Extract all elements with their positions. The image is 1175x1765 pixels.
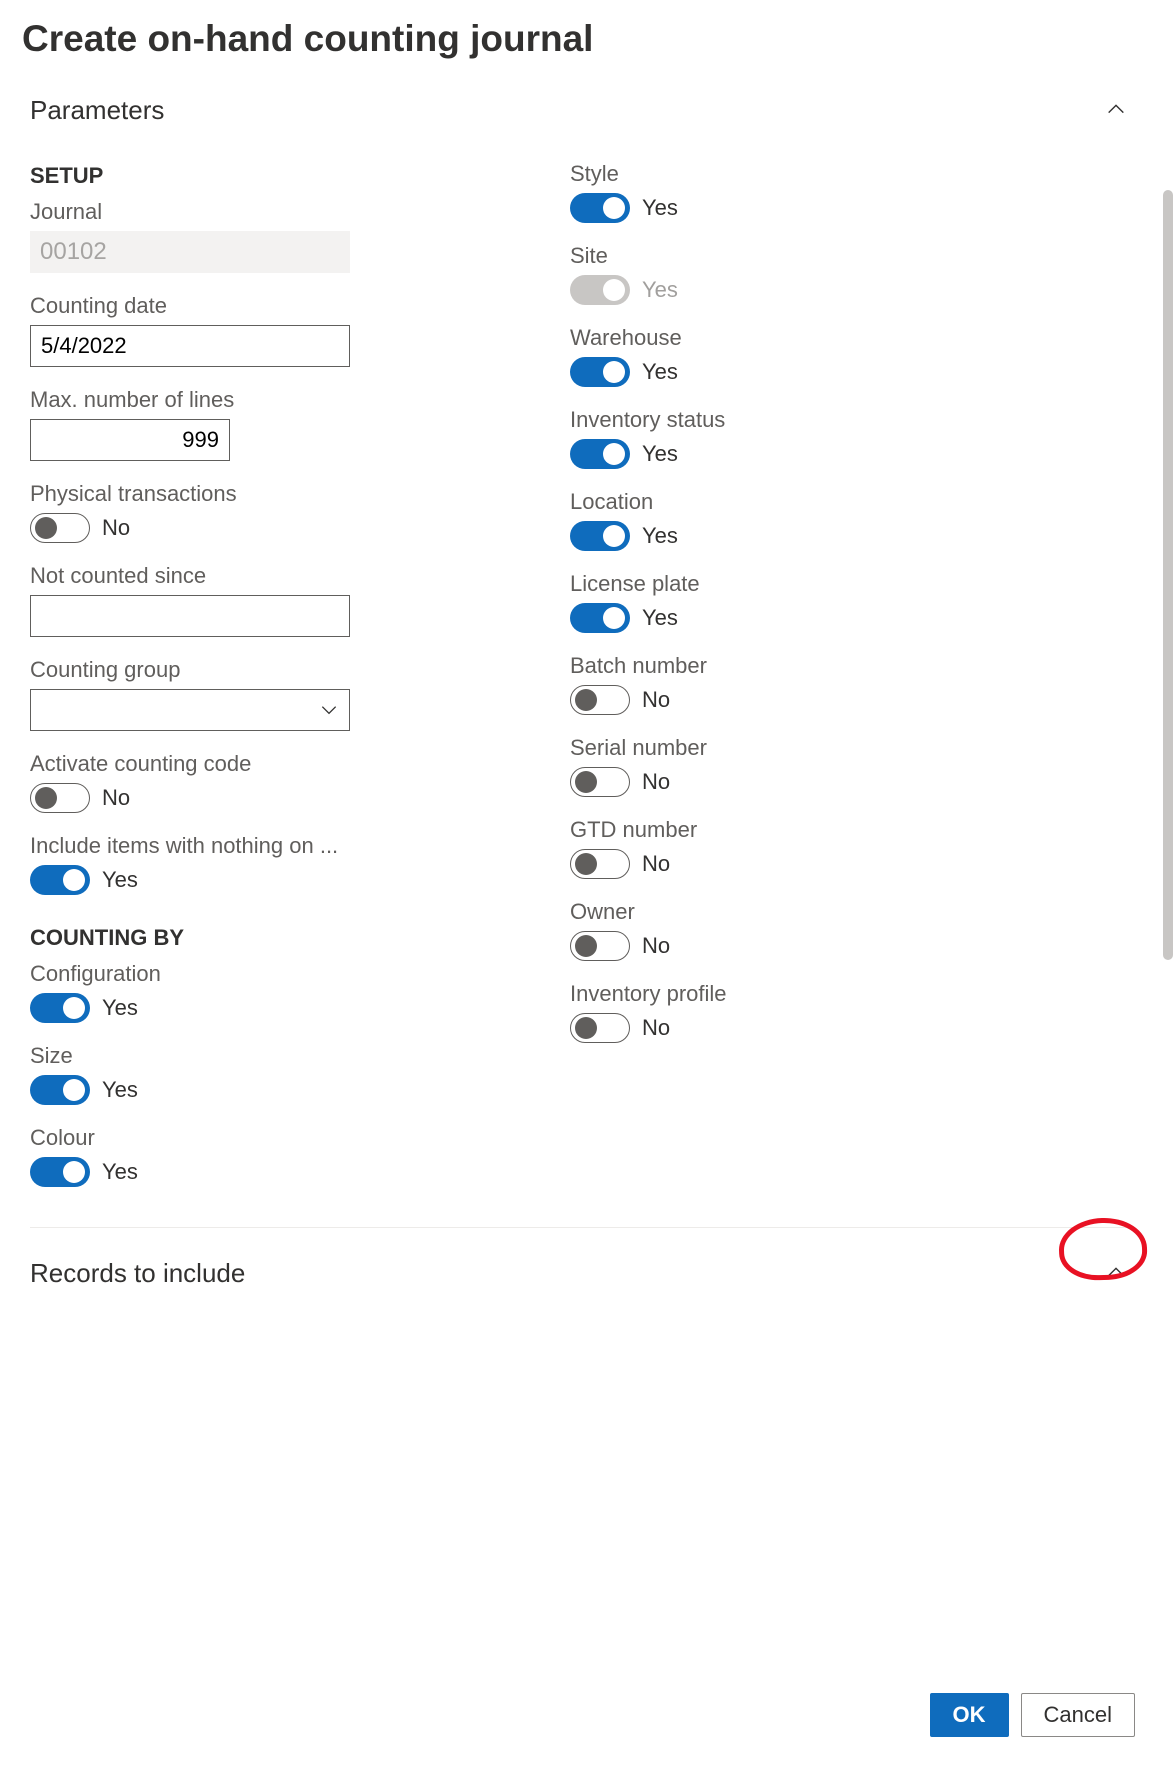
activate-code-toggle[interactable]	[30, 783, 90, 813]
inventory-profile-label: Inventory profile	[570, 981, 990, 1007]
gtd-number-toggle[interactable]	[570, 849, 630, 879]
chevron-up-icon	[1105, 1261, 1127, 1283]
max-lines-input[interactable]	[30, 419, 230, 461]
scrollbar[interactable]	[1163, 190, 1173, 960]
not-counted-input[interactable]	[31, 603, 339, 629]
inventory-status-label: Inventory status	[570, 407, 990, 433]
site-toggle	[570, 275, 630, 305]
inventory-status-value: Yes	[642, 441, 678, 467]
serial-number-label: Serial number	[570, 735, 990, 761]
configuration-toggle[interactable]	[30, 993, 90, 1023]
inventory-profile-toggle[interactable]	[570, 1013, 630, 1043]
warehouse-toggle[interactable]	[570, 357, 630, 387]
records-expand-button[interactable]	[1097, 1253, 1135, 1294]
batch-number-toggle[interactable]	[570, 685, 630, 715]
gtd-number-value: No	[642, 851, 670, 877]
owner-toggle[interactable]	[570, 931, 630, 961]
parameters-title: Parameters	[30, 95, 164, 126]
serial-number-toggle[interactable]	[570, 767, 630, 797]
chevron-up-icon	[1105, 98, 1127, 120]
chevron-down-icon	[319, 700, 339, 720]
license-plate-toggle[interactable]	[570, 603, 630, 633]
colour-label: Colour	[30, 1125, 530, 1151]
inventory-profile-value: No	[642, 1015, 670, 1041]
inventory-status-toggle[interactable]	[570, 439, 630, 469]
gtd-number-label: GTD number	[570, 817, 990, 843]
journal-label: Journal	[30, 199, 530, 225]
owner-label: Owner	[570, 899, 990, 925]
not-counted-field[interactable]	[30, 595, 350, 637]
counting-group-label: Counting group	[30, 657, 530, 683]
parameters-collapse-button[interactable]	[1097, 90, 1135, 131]
activate-code-label: Activate counting code	[30, 751, 530, 777]
serial-number-value: No	[642, 769, 670, 795]
warehouse-value: Yes	[642, 359, 678, 385]
physical-trans-value: No	[102, 515, 130, 541]
include-nothing-value: Yes	[102, 867, 138, 893]
counting-date-field[interactable]	[30, 325, 350, 367]
cancel-button[interactable]: Cancel	[1021, 1693, 1135, 1737]
activate-code-value: No	[102, 785, 130, 811]
configuration-value: Yes	[102, 995, 138, 1021]
max-lines-label: Max. number of lines	[30, 387, 530, 413]
location-toggle[interactable]	[570, 521, 630, 551]
warehouse-label: Warehouse	[570, 325, 990, 351]
configuration-label: Configuration	[30, 961, 530, 987]
location-label: Location	[570, 489, 990, 515]
include-nothing-label: Include items with nothing on ...	[30, 833, 530, 859]
counting-date-input[interactable]	[31, 333, 339, 359]
page-title: Create on-hand counting journal	[0, 0, 1175, 70]
style-toggle[interactable]	[570, 193, 630, 223]
records-title: Records to include	[30, 1258, 245, 1289]
setup-heading: SETUP	[30, 163, 530, 189]
site-value: Yes	[642, 277, 678, 303]
not-counted-label: Not counted since	[30, 563, 530, 589]
style-label: Style	[570, 161, 990, 187]
counting-date-label: Counting date	[30, 293, 530, 319]
include-nothing-toggle[interactable]	[30, 865, 90, 895]
physical-trans-label: Physical transactions	[30, 481, 530, 507]
counting-group-select[interactable]	[30, 689, 350, 731]
style-value: Yes	[642, 195, 678, 221]
counting-by-heading: COUNTING BY	[30, 925, 530, 951]
owner-value: No	[642, 933, 670, 959]
batch-number-value: No	[642, 687, 670, 713]
ok-button[interactable]: OK	[930, 1693, 1009, 1737]
license-plate-value: Yes	[642, 605, 678, 631]
colour-toggle[interactable]	[30, 1157, 90, 1187]
license-plate-label: License plate	[570, 571, 990, 597]
batch-number-label: Batch number	[570, 653, 990, 679]
parameters-section-header[interactable]: Parameters	[30, 80, 1135, 151]
site-label: Site	[570, 243, 990, 269]
physical-trans-toggle[interactable]	[30, 513, 90, 543]
size-value: Yes	[102, 1077, 138, 1103]
records-section-header[interactable]: Records to include	[30, 1227, 1135, 1294]
location-value: Yes	[642, 523, 678, 549]
size-toggle[interactable]	[30, 1075, 90, 1105]
size-label: Size	[30, 1043, 530, 1069]
journal-input	[30, 231, 350, 273]
colour-value: Yes	[102, 1159, 138, 1185]
